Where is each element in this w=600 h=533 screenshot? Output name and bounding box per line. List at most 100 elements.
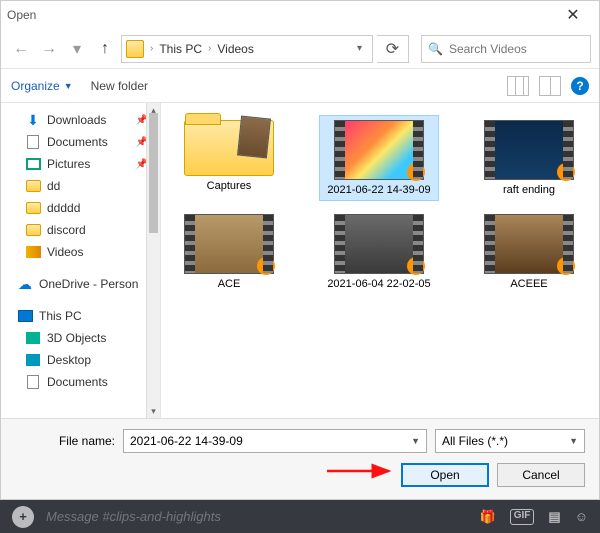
- sidebar-item-discord[interactable]: discord: [1, 219, 160, 241]
- forward-button[interactable]: →: [37, 37, 61, 61]
- search-icon: 🔍: [428, 42, 443, 56]
- file-item-aceee[interactable]: ACEEE: [469, 209, 589, 295]
- titlebar: Open ✕: [1, 1, 599, 29]
- sidebar-scrollbar[interactable]: ▴ ▾: [146, 103, 160, 418]
- sidebar-item-dd[interactable]: dd: [1, 175, 160, 197]
- documents-icon: [25, 374, 41, 390]
- file-item-raft[interactable]: raft ending: [469, 115, 589, 201]
- filter-label: All Files (*.*): [442, 434, 569, 448]
- sidebar-item-label: Pictures: [47, 157, 90, 171]
- file-item-ace[interactable]: ACE: [169, 209, 289, 295]
- open-dialog: Open ✕ ← → ▾ ↑ › This PC › Videos ▾ ⟳ 🔍 …: [0, 0, 600, 500]
- sidebar-item-documents[interactable]: Documents📌: [1, 131, 160, 153]
- sidebar-item-label: Documents: [47, 375, 108, 389]
- recent-locations-button[interactable]: ▾: [65, 37, 89, 61]
- scroll-down-arrow[interactable]: ▾: [147, 404, 160, 418]
- sidebar-item-label: Videos: [47, 245, 83, 259]
- sidebar-item-label: dd: [47, 179, 60, 193]
- close-icon: ✕: [566, 5, 579, 25]
- cloud-icon: ☁: [17, 276, 33, 292]
- item-label: ACE: [218, 278, 241, 290]
- gift-icon[interactable]: 🎁: [480, 509, 496, 525]
- breadcrumb-folder[interactable]: Videos: [217, 42, 253, 56]
- close-button[interactable]: ✕: [553, 1, 593, 29]
- item-label: ACEEE: [510, 278, 547, 290]
- video-thumb: [484, 120, 574, 180]
- file-type-filter[interactable]: All Files (*.*) ▼: [435, 429, 585, 453]
- chevron-down-icon: ▾: [73, 39, 81, 59]
- sidebar-item-label: ddddd: [47, 201, 80, 215]
- play-icon: [257, 257, 275, 275]
- preview-pane-button[interactable]: [539, 76, 561, 96]
- scrollbar-thumb[interactable]: [149, 113, 158, 233]
- folder-icon: [25, 178, 41, 194]
- sidebar-item-documents2[interactable]: Documents: [1, 371, 160, 393]
- filename-combobox[interactable]: ▼: [123, 429, 427, 453]
- sidebar-item-ddddd[interactable]: ddddd: [1, 197, 160, 219]
- plus-icon: +: [19, 509, 27, 524]
- sidebar-item-label: Desktop: [47, 353, 91, 367]
- folder-icon: [25, 222, 41, 238]
- search-box[interactable]: 🔍: [421, 35, 591, 63]
- filename-input[interactable]: [130, 434, 411, 448]
- sidebar-item-desktop[interactable]: Desktop: [1, 349, 160, 371]
- play-icon: [557, 163, 575, 181]
- sidebar-item-videos[interactable]: Videos: [1, 241, 160, 263]
- download-icon: ⬇: [25, 112, 41, 128]
- sidebar-item-3dobjects[interactable]: 3D Objects: [1, 327, 160, 349]
- filename-label: File name:: [15, 434, 115, 448]
- file-list[interactable]: Captures 2021-06-22 14-39-09 raft ending…: [161, 103, 599, 418]
- search-input[interactable]: [449, 42, 600, 56]
- refresh-button[interactable]: ⟳: [377, 35, 409, 63]
- sticker-icon[interactable]: ▤: [548, 509, 560, 525]
- emoji-icon[interactable]: ☺: [575, 509, 588, 525]
- chevron-down-icon[interactable]: ▼: [411, 436, 420, 446]
- open-button[interactable]: Open: [401, 463, 489, 487]
- chevron-down-icon: ▼: [64, 81, 73, 91]
- attach-button[interactable]: +: [12, 506, 34, 528]
- sidebar-item-label: 3D Objects: [47, 331, 106, 345]
- message-input[interactable]: Message #clips-and-highlights: [46, 509, 468, 524]
- folder-icon: [126, 40, 144, 58]
- sidebar-item-thispc[interactable]: This PC: [1, 305, 160, 327]
- back-button[interactable]: ←: [9, 37, 33, 61]
- navigation-pane: ⬇Downloads📌 Documents📌 Pictures📌 dd dddd…: [1, 103, 161, 418]
- command-bar: Organize ▼ New folder ?: [1, 69, 599, 103]
- file-item-selected[interactable]: 2021-06-22 14-39-09: [319, 115, 439, 201]
- sidebar-item-label: Documents: [47, 135, 108, 149]
- button-label: Open: [430, 468, 459, 482]
- sidebar-item-pictures[interactable]: Pictures📌: [1, 153, 160, 175]
- pictures-icon: [25, 156, 41, 172]
- discord-input-bar: + Message #clips-and-highlights 🎁 GIF ▤ …: [0, 500, 600, 533]
- file-item-jun04[interactable]: 2021-06-04 22-02-05: [319, 209, 439, 295]
- documents-icon: [25, 134, 41, 150]
- arrow-left-icon: ←: [13, 40, 29, 58]
- sidebar-item-label: This PC: [39, 309, 82, 323]
- folder-item-captures[interactable]: Captures: [169, 115, 289, 201]
- address-dropdown[interactable]: ▾: [351, 43, 368, 54]
- help-button[interactable]: ?: [571, 77, 589, 95]
- help-icon: ?: [576, 79, 583, 93]
- new-folder-button[interactable]: New folder: [91, 79, 148, 93]
- sidebar-item-downloads[interactable]: ⬇Downloads📌: [1, 109, 160, 131]
- cancel-button[interactable]: Cancel: [497, 463, 585, 487]
- sidebar-item-onedrive[interactable]: ☁OneDrive - Person: [1, 273, 160, 295]
- refresh-icon: ⟳: [386, 39, 399, 59]
- sidebar-item-label: discord: [47, 223, 86, 237]
- view-mode-button[interactable]: [507, 76, 529, 96]
- breadcrumb-root[interactable]: This PC: [159, 42, 202, 56]
- play-icon: [407, 257, 425, 275]
- play-icon: [557, 257, 575, 275]
- up-button[interactable]: ↑: [93, 37, 117, 61]
- pc-icon: [17, 308, 33, 324]
- item-label: 2021-06-04 22-02-05: [327, 278, 430, 290]
- video-thumb: [184, 214, 274, 274]
- organize-menu[interactable]: Organize ▼: [11, 79, 73, 93]
- chevron-right-icon: ›: [150, 43, 153, 54]
- view-options: ?: [507, 76, 589, 96]
- arrow-up-icon: ↑: [101, 40, 109, 58]
- desktop-icon: [25, 352, 41, 368]
- address-bar[interactable]: › This PC › Videos ▾: [121, 35, 373, 63]
- organize-label: Organize: [11, 79, 60, 93]
- gif-button[interactable]: GIF: [510, 509, 535, 525]
